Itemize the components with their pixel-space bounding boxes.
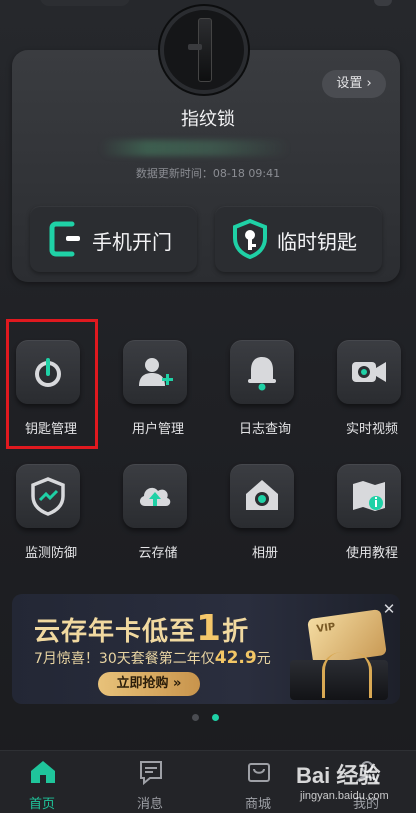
bell-icon (248, 357, 276, 391)
mall-icon (248, 763, 270, 782)
shield-chart-icon (31, 477, 65, 516)
temp-key-label: 临时钥匙 (277, 230, 357, 254)
home-photo-icon (246, 480, 278, 510)
nav-mall[interactable]: 商城 (218, 757, 298, 813)
nav-mall-label: 商城 (244, 797, 271, 812)
blurred-status (100, 140, 290, 156)
lock-device-image[interactable] (160, 6, 248, 94)
banner-sub-before: 7月惊喜！30天套餐第二年仅 (34, 651, 215, 667)
live-video-tile[interactable] (337, 340, 401, 404)
home-icon (31, 761, 55, 783)
promo-banner[interactable]: 云存年卡低至1折 7月惊喜！30天套餐第二年仅42.9元 立即抢购 » VIP … (12, 594, 400, 704)
banner-close-icon[interactable]: ✕ (378, 598, 400, 620)
banner-subtitle: 7月惊喜！30天套餐第二年仅42.9元 (34, 648, 271, 668)
banner-title-before: 云存年卡低至 (34, 617, 197, 647)
tutorial-tile[interactable] (337, 464, 401, 528)
grid-item-live-video[interactable]: 实时视频 (333, 340, 413, 440)
carousel-indicator (190, 714, 230, 724)
watermark-sub: jingyan.baidu.com (300, 790, 389, 802)
nav-home-label: 首页 (28, 797, 55, 812)
video-camera-icon (352, 362, 386, 382)
log-query-tile[interactable] (230, 340, 294, 404)
user-management-tile[interactable] (123, 340, 187, 404)
banner-title: 云存年卡低至1折 (34, 608, 249, 649)
annotation-highlight-box (6, 319, 98, 449)
update-time: 数据更新时间：08-18 09:41 (135, 167, 281, 180)
grid-item-user-management[interactable]: 用户管理 (119, 340, 199, 440)
grid-label-user-management: 用户管理 (131, 422, 184, 437)
phone-unlock-label: 手机开门 (92, 230, 172, 254)
grid-label-monitoring: 监测防御 (24, 546, 77, 561)
cloud-storage-tile[interactable] (123, 464, 187, 528)
previous-card-edge (40, 0, 130, 6)
device-name: 指纹锁 (181, 109, 235, 130)
status-dot (374, 0, 392, 6)
phone-door-icon (49, 221, 80, 257)
lock-body (198, 18, 212, 82)
banner-title-number: 1 (196, 608, 223, 649)
shield-key-icon (233, 218, 267, 260)
cloud-upload-icon (139, 487, 171, 506)
lock-handle (188, 44, 202, 50)
add-user-icon (139, 358, 173, 386)
grid-label-log-query: 日志查询 (238, 422, 291, 437)
grid-item-tutorial[interactable]: 使用教程 (333, 464, 413, 564)
nav-messages[interactable]: 消息 (110, 757, 190, 813)
banner-price: 42.9 (214, 648, 257, 668)
grid-item-monitoring[interactable]: 监测防御 (12, 464, 92, 564)
gift-ribbon-graphic (322, 652, 372, 698)
grid-item-cloud-storage[interactable]: 云存储 (119, 464, 199, 564)
album-tile[interactable] (230, 464, 294, 528)
grid-label-live-video: 实时视频 (345, 422, 398, 437)
carousel-dot-1[interactable] (192, 714, 199, 721)
grid-label-tutorial: 使用教程 (345, 546, 398, 561)
banner-sub-after: 元 (256, 651, 271, 667)
grid-label-cloud-storage: 云存储 (138, 546, 178, 561)
phone-unlock-button[interactable]: 手机开门 (30, 206, 197, 272)
banner-title-after: 折 (222, 617, 250, 647)
grid-item-log-query[interactable]: 日志查询 (226, 340, 306, 440)
nav-home[interactable]: 首页 (2, 757, 82, 813)
nav-messages-label: 消息 (136, 797, 163, 812)
app-screen: 设置 › 指纹锁 数据更新时间：08-18 09:41 手机开门 临时钥匙 钥匙… (0, 0, 416, 813)
monitoring-tile[interactable] (16, 464, 80, 528)
map-info-icon (353, 481, 385, 511)
temp-key-button[interactable]: 临时钥匙 (215, 206, 382, 272)
carousel-dot-2[interactable] (212, 714, 219, 721)
message-icon (140, 761, 162, 785)
buy-now-button[interactable]: 立即抢购 » (98, 672, 200, 696)
baidu-watermark: Bai 经验 jingyan.baidu.com (296, 758, 414, 808)
settings-button[interactable]: 设置 › (322, 70, 386, 98)
watermark-main: Bai 经验 (296, 763, 381, 788)
grid-label-album: 相册 (251, 546, 278, 561)
grid-item-album[interactable]: 相册 (226, 464, 306, 564)
vip-label: VIP (315, 621, 337, 636)
